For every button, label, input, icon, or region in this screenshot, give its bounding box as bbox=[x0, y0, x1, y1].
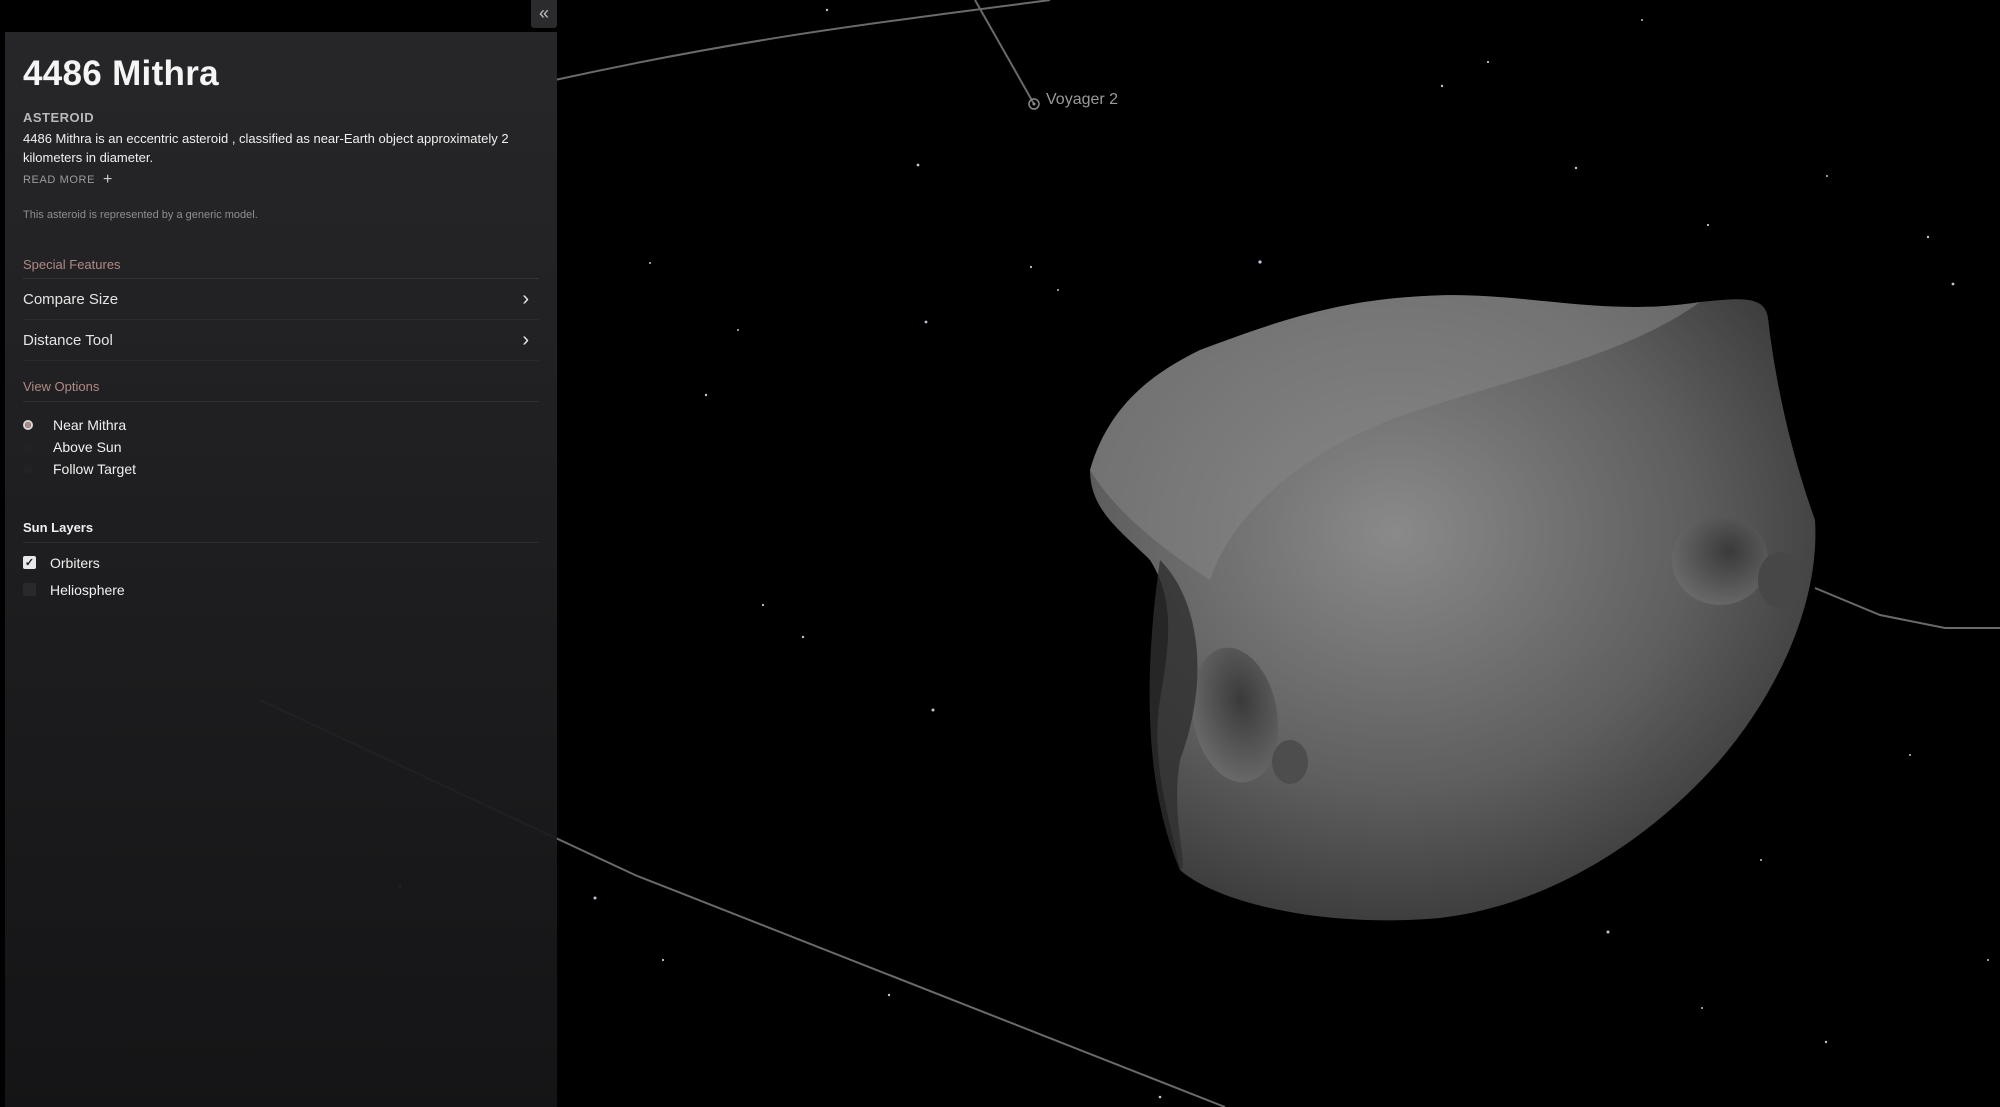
view-option-label: Follow Target bbox=[53, 461, 137, 477]
view-option-near-mithra[interactable]: Near Mithra bbox=[23, 414, 539, 436]
divider bbox=[23, 542, 539, 543]
checkbox-checked-icon[interactable]: ✓ bbox=[23, 556, 36, 569]
distance-tool-label: Distance Tool bbox=[23, 331, 113, 349]
sun-layers-group: ✓ Orbiters Heliosphere bbox=[23, 549, 539, 603]
collapse-panel-button[interactable]: « bbox=[531, 0, 557, 28]
asteroid-model[interactable] bbox=[1090, 295, 1816, 921]
view-options-heading: View Options bbox=[23, 379, 100, 394]
info-panel: 4486 Mithra ASTEROID 4486 Mithra is an e… bbox=[5, 32, 557, 1107]
compare-size-button[interactable]: Compare Size › bbox=[23, 278, 539, 320]
distance-tool-button[interactable]: Distance Tool › bbox=[23, 320, 539, 361]
object-description: 4486 Mithra is an eccentric asteroid , c… bbox=[23, 131, 509, 165]
voyager-2-marker[interactable] bbox=[1028, 98, 1040, 110]
compare-size-label: Compare Size bbox=[23, 290, 119, 308]
view-option-above-sun[interactable]: Above Sun bbox=[23, 436, 539, 458]
divider bbox=[23, 401, 539, 402]
object-category: ASTEROID bbox=[23, 110, 95, 125]
layer-heliosphere[interactable]: Heliosphere bbox=[23, 576, 539, 603]
radio-unselected-icon[interactable] bbox=[23, 464, 33, 474]
page-title: 4486 Mithra bbox=[23, 54, 219, 93]
special-features-heading: Special Features bbox=[23, 257, 121, 272]
layer-label: Orbiters bbox=[50, 554, 100, 571]
view-option-label: Near Mithra bbox=[53, 417, 127, 433]
double-chevron-left-icon: « bbox=[538, 3, 549, 23]
radio-unselected-icon[interactable] bbox=[23, 442, 33, 452]
sun-layers-heading: Sun Layers bbox=[23, 520, 94, 535]
plus-icon: + bbox=[103, 171, 113, 188]
layer-orbiters[interactable]: ✓ Orbiters bbox=[23, 549, 539, 576]
chevron-right-icon: › bbox=[522, 287, 529, 310]
model-note: This asteroid is represented by a generi… bbox=[23, 209, 258, 221]
special-features-list: Compare Size › Distance Tool › bbox=[23, 278, 539, 361]
view-options-group: Near Mithra Above Sun Follow Target bbox=[23, 414, 539, 480]
read-more-label: READ MORE bbox=[23, 174, 96, 186]
view-option-label: Above Sun bbox=[53, 439, 122, 455]
read-more-button[interactable]: READ MORE + bbox=[23, 171, 113, 189]
radio-selected-icon[interactable] bbox=[23, 420, 33, 430]
layer-label: Heliosphere bbox=[50, 581, 125, 598]
view-option-follow-target[interactable]: Follow Target bbox=[23, 458, 539, 480]
checkbox-unchecked-icon[interactable] bbox=[23, 583, 36, 596]
chevron-right-icon: › bbox=[522, 328, 529, 351]
voyager-2-label[interactable]: Voyager 2 bbox=[1046, 91, 1118, 109]
